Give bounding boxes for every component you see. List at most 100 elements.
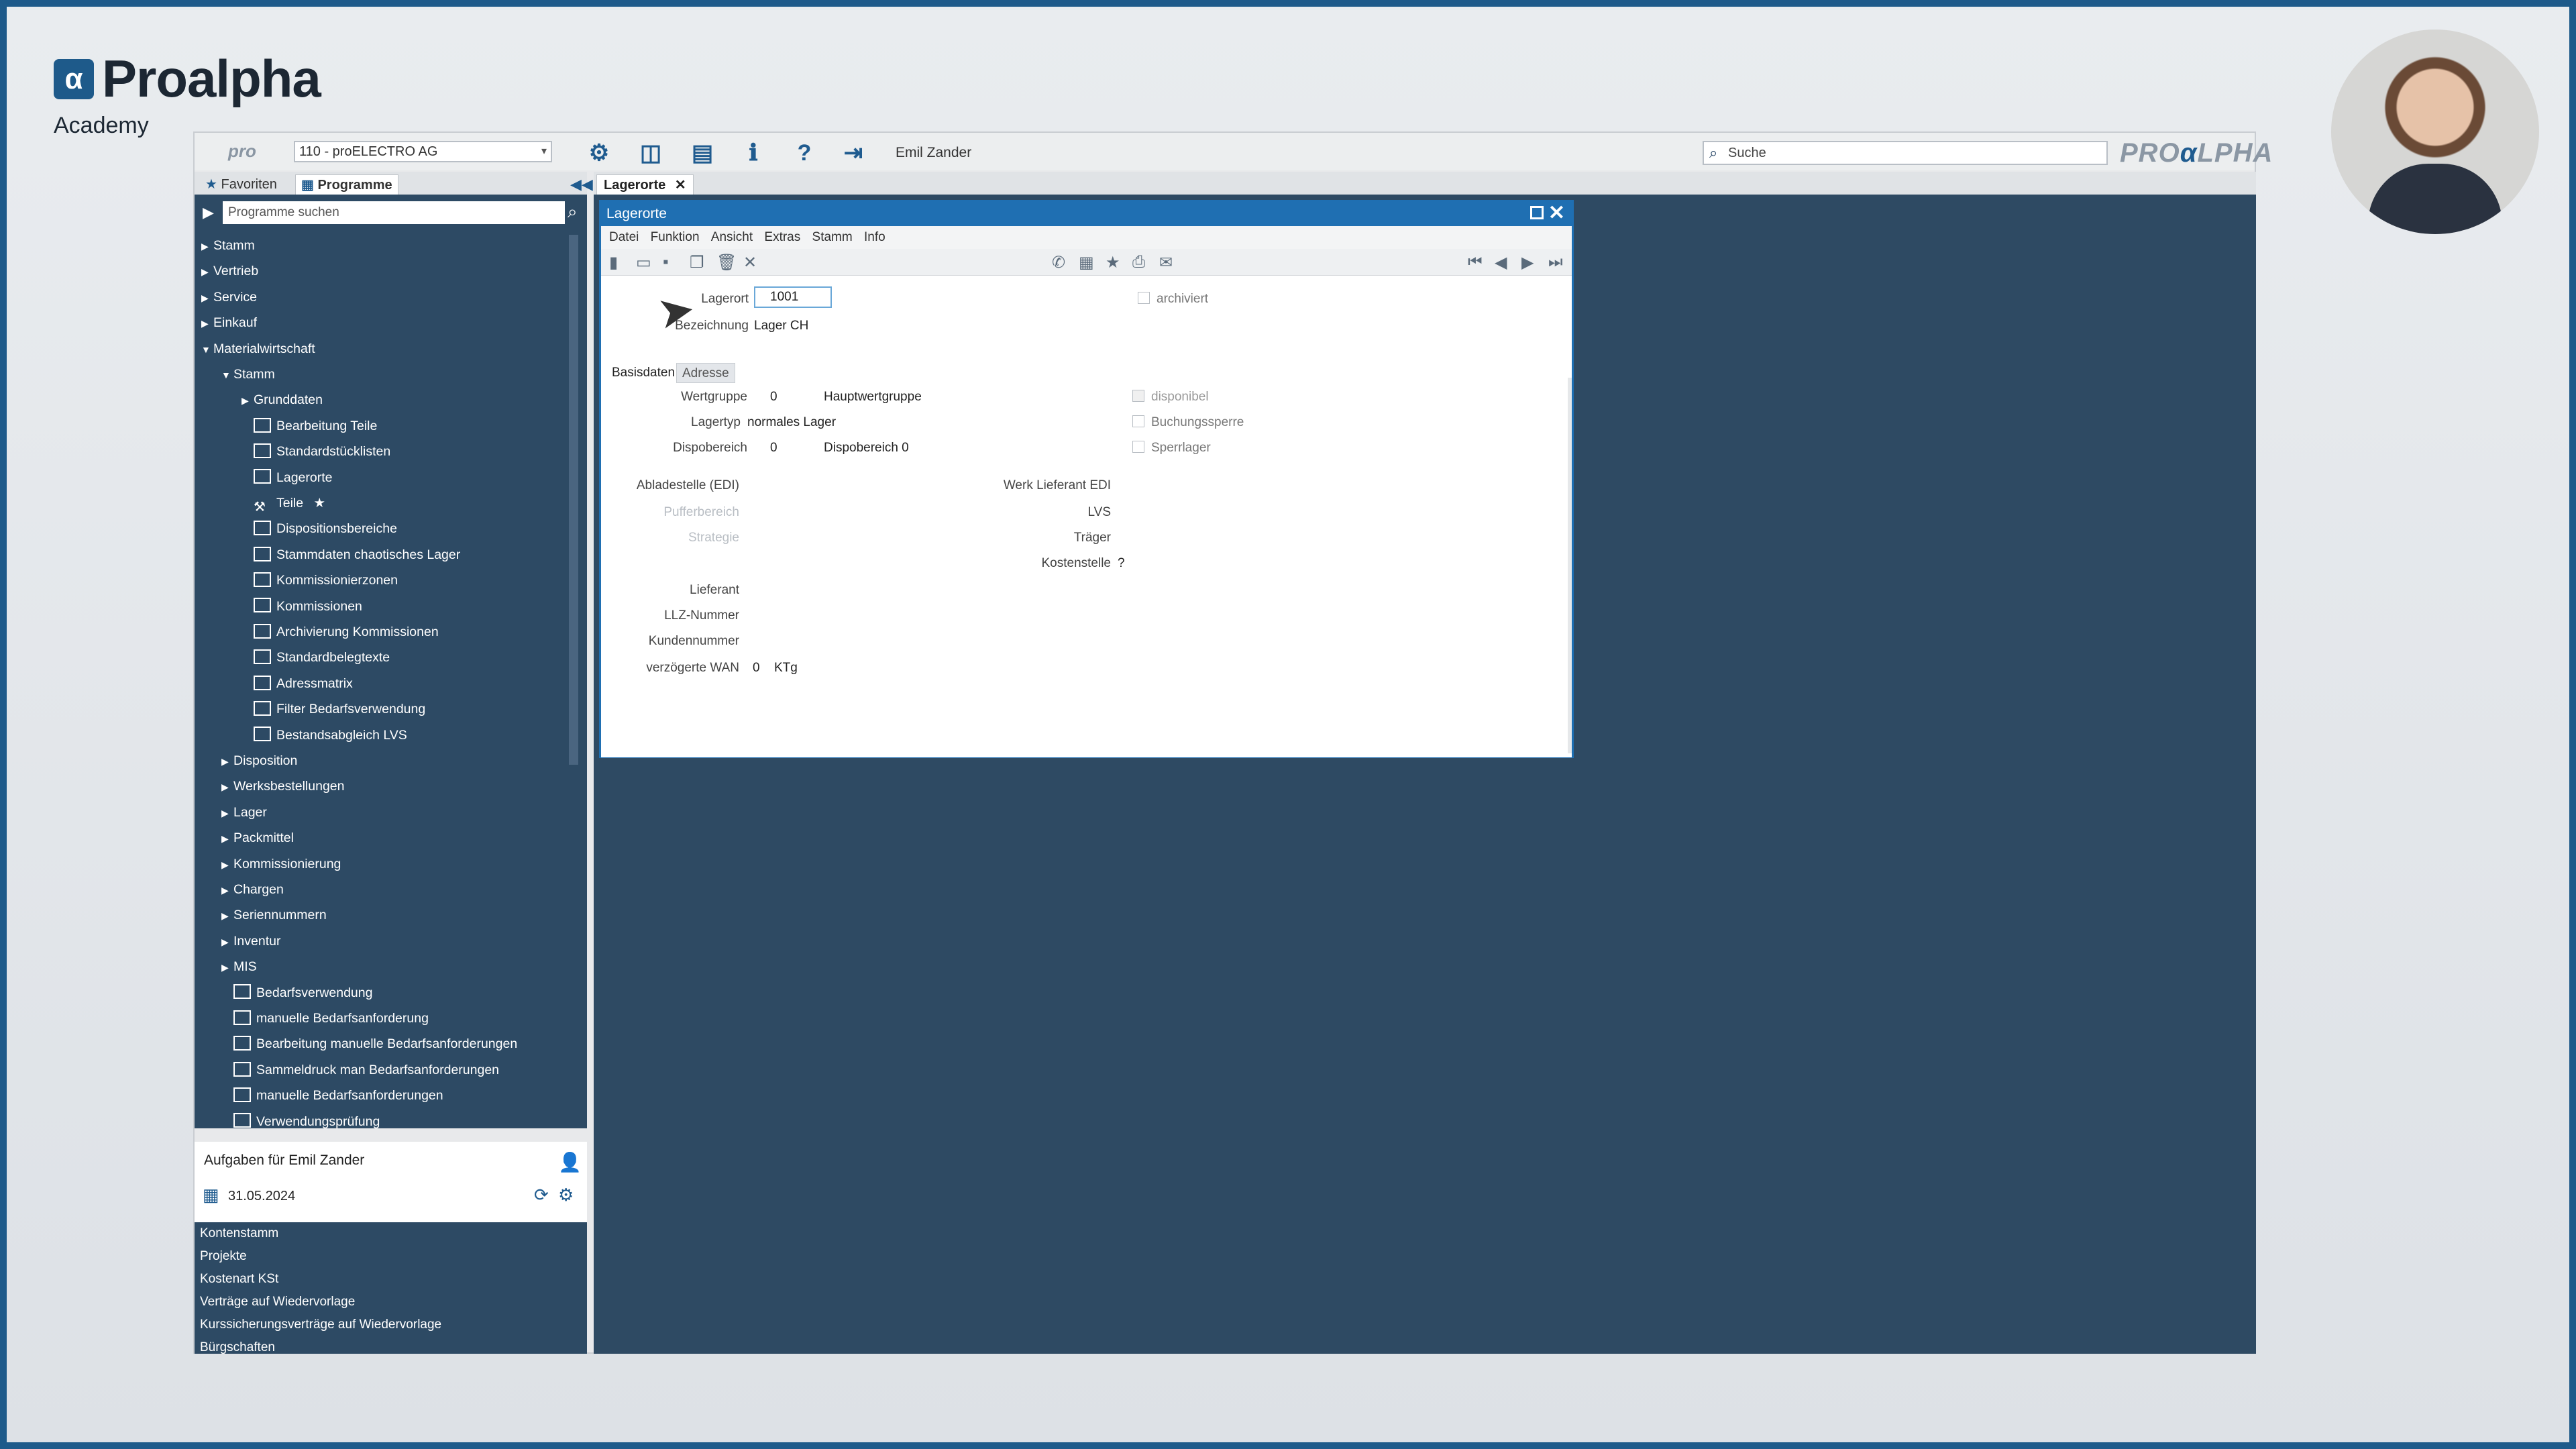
sidebar-scrollbar[interactable] bbox=[569, 235, 578, 765]
first-record-icon[interactable]: ⏮ bbox=[1468, 253, 1483, 272]
collapsed-arrow-icon[interactable]: ▶ bbox=[221, 775, 233, 799]
close-icon[interactable]: ✕ bbox=[675, 178, 686, 193]
lagertyp-value[interactable]: normales Lager bbox=[747, 415, 836, 430]
task-item[interactable]: Verträge auf Wiedervorlage bbox=[200, 1291, 355, 1313]
tree-item[interactable]: ▶ Werksbestellungen bbox=[221, 774, 344, 798]
menu-stamm[interactable]: Stamm bbox=[812, 230, 853, 244]
collapsed-arrow-icon[interactable]: ▶ bbox=[221, 955, 233, 979]
tree-item[interactable]: ▶ Seriennummern bbox=[221, 903, 327, 927]
collapsed-arrow-icon[interactable]: ▶ bbox=[241, 388, 254, 413]
global-search-input[interactable]: ⌕ Suche bbox=[1703, 141, 2108, 165]
previous-record-icon[interactable]: ◀ bbox=[1495, 253, 1507, 272]
tree-item[interactable]: ▶ MIS bbox=[221, 955, 257, 979]
tab-favoriten[interactable]: ★ Favoriten bbox=[200, 174, 282, 195]
gear-icon[interactable]: ⚙ bbox=[558, 1185, 574, 1205]
tree-item[interactable]: ▶ Service bbox=[201, 285, 257, 309]
maximize-icon[interactable] bbox=[1530, 206, 1544, 219]
tree-item[interactable]: Verwendungsprüfung bbox=[233, 1110, 380, 1134]
logout-icon[interactable]: ⇥ bbox=[840, 140, 867, 166]
tree-item[interactable]: Kommissionierzonen bbox=[254, 568, 398, 592]
gear-icon[interactable]: ⚙ bbox=[586, 140, 612, 166]
new-document-icon[interactable]: ▮ bbox=[609, 253, 618, 272]
tree-item[interactable]: Bedarfsverwendung bbox=[233, 981, 372, 1005]
lagerort-input[interactable]: 1001 bbox=[754, 286, 832, 308]
collapsed-arrow-icon[interactable]: ▶ bbox=[221, 878, 233, 902]
tree-item[interactable]: Bestandsabgleich LVS bbox=[254, 723, 407, 747]
user-icon[interactable]: 👤 bbox=[558, 1151, 582, 1173]
tree-item[interactable]: Filter Bedarfsverwendung bbox=[254, 697, 425, 721]
collapse-sidebar-icon[interactable]: ◀◀ bbox=[570, 176, 593, 193]
tree-item[interactable]: Kommissionen bbox=[254, 594, 362, 619]
buchungssperre-checkbox[interactable] bbox=[1132, 415, 1144, 427]
tree-item[interactable]: Bearbeitung manuelle Bedarfsanforderunge… bbox=[233, 1032, 517, 1056]
wertgruppe-value[interactable]: 0 bbox=[770, 390, 777, 405]
mail-icon[interactable]: ✉ bbox=[1159, 253, 1173, 272]
collapsed-arrow-icon[interactable]: ▶ bbox=[221, 826, 233, 851]
phone-icon[interactable]: ✆ bbox=[1052, 253, 1065, 272]
tab-basisdaten[interactable]: Basisdaten bbox=[606, 363, 681, 383]
task-item[interactable]: Bürgschaften bbox=[200, 1336, 275, 1359]
last-record-icon[interactable]: ⏭ bbox=[1548, 253, 1563, 272]
delete-icon[interactable]: 🗑 bbox=[716, 253, 737, 272]
tree-item[interactable]: ⚒ Teile ★ bbox=[254, 491, 325, 515]
close-icon[interactable]: ✕ bbox=[1548, 202, 1565, 225]
cancel-icon[interactable]: ✕ bbox=[743, 253, 757, 272]
kostenstelle-value[interactable]: ? bbox=[1118, 556, 1125, 571]
collapsed-arrow-icon[interactable]: ▶ bbox=[221, 749, 233, 773]
tree-item[interactable]: Archivierung Kommissionen bbox=[254, 620, 439, 644]
tree-item[interactable]: Sammeldruck man Bedarfsanforderungen bbox=[233, 1058, 499, 1082]
tree-item[interactable]: ▶ Packmittel bbox=[221, 826, 294, 850]
tree-item[interactable]: Standardstücklisten bbox=[254, 439, 390, 464]
tree-item[interactable]: ▶ Vertrieb bbox=[201, 259, 258, 283]
menu-info[interactable]: Info bbox=[864, 230, 885, 244]
menu-ansicht[interactable]: Ansicht bbox=[711, 230, 753, 244]
task-item[interactable]: Kostenart KSt bbox=[200, 1268, 278, 1291]
tree-item[interactable]: ▼ Materialwirtschaft bbox=[201, 337, 315, 361]
form-scrollbar[interactable] bbox=[1568, 378, 1572, 753]
tree-item[interactable]: ▶ Grunddaten bbox=[241, 388, 323, 412]
menu-funktion[interactable]: Funktion bbox=[651, 230, 700, 244]
favorite-star-icon[interactable]: ★ bbox=[310, 496, 326, 511]
refresh-icon[interactable]: ⟳ bbox=[534, 1185, 549, 1205]
collapsed-arrow-icon[interactable]: ▶ bbox=[221, 930, 233, 954]
tree-item[interactable]: ▶ Stamm bbox=[201, 233, 255, 258]
verzoegerte-wan-value[interactable]: 0 bbox=[753, 661, 760, 676]
tree-item[interactable]: ▼ Stamm bbox=[221, 362, 275, 386]
tree-item[interactable]: ▶ Inventur bbox=[221, 929, 280, 953]
tab-lagerorte[interactable]: Lagerorte ✕ bbox=[596, 174, 694, 195]
tree-item[interactable]: manuelle Bedarfsanforderungen bbox=[233, 1083, 443, 1108]
tree-item[interactable]: ▶ Chargen bbox=[221, 877, 284, 902]
collapsed-arrow-icon[interactable]: ▶ bbox=[201, 260, 213, 284]
tree-item[interactable]: Stammdaten chaotisches Lager bbox=[254, 543, 460, 567]
mandant-select[interactable]: 110 - proELECTRO AG ▾ bbox=[294, 141, 552, 162]
info-book-icon[interactable]: ℹ bbox=[740, 140, 767, 166]
tree-item[interactable]: ▶ Disposition bbox=[221, 749, 297, 773]
expanded-arrow-icon[interactable]: ▼ bbox=[221, 363, 233, 387]
archiviert-checkbox[interactable] bbox=[1138, 292, 1150, 304]
table-layout-icon[interactable]: ▤ bbox=[689, 140, 716, 166]
tree-item[interactable]: ▶ Lager bbox=[221, 800, 267, 824]
print-icon[interactable]: ⎙ bbox=[1132, 253, 1145, 272]
calendar-icon[interactable]: ▦ bbox=[203, 1185, 219, 1205]
collapsed-arrow-icon[interactable]: ▶ bbox=[221, 801, 233, 825]
collapsed-arrow-icon[interactable]: ▶ bbox=[221, 904, 233, 928]
disponibel-checkbox[interactable] bbox=[1132, 390, 1144, 402]
collapsed-arrow-icon[interactable]: ▶ bbox=[221, 853, 233, 877]
program-search-input[interactable]: Programme suchen bbox=[223, 201, 565, 224]
menu-extras[interactable]: Extras bbox=[764, 230, 800, 244]
tree-item[interactable]: Standardbelegtexte bbox=[254, 645, 390, 669]
search-icon[interactable]: ⌕ bbox=[568, 201, 578, 223]
sperrlager-checkbox[interactable] bbox=[1132, 441, 1144, 453]
task-item[interactable]: Projekte bbox=[200, 1245, 247, 1268]
favorite-star-icon[interactable]: ★ bbox=[1106, 253, 1120, 272]
save-icon[interactable]: ▪ bbox=[663, 253, 669, 272]
task-item[interactable]: Kurssicherungsverträge auf Wiedervorlage bbox=[200, 1313, 441, 1336]
tab-programme[interactable]: ▦ Programme bbox=[295, 174, 398, 195]
collapsed-arrow-icon[interactable]: ▶ bbox=[201, 286, 213, 310]
expanded-arrow-icon[interactable]: ▼ bbox=[201, 337, 213, 362]
bezeichnung-value[interactable]: Lager CH bbox=[754, 319, 808, 333]
open-folder-icon[interactable]: ▭ bbox=[636, 253, 651, 272]
tree-item[interactable]: Adressmatrix bbox=[254, 672, 353, 696]
tree-item[interactable]: manuelle Bedarfsanforderung bbox=[233, 1006, 429, 1030]
panel-layout-icon[interactable]: ◫ bbox=[637, 140, 664, 166]
